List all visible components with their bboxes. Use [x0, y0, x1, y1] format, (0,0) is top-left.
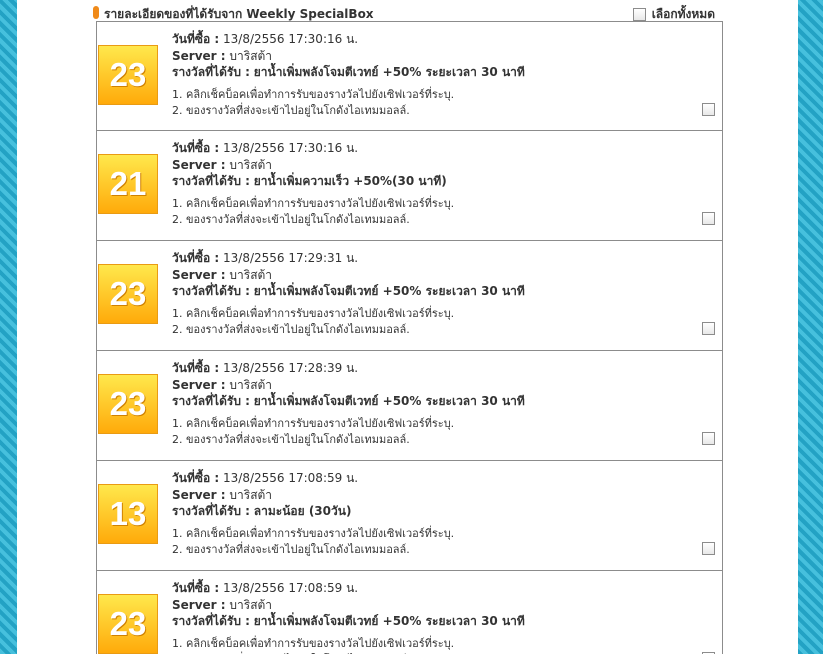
server-row: Server : บาริสต้า: [172, 48, 722, 65]
reward-item: 21 วันที่ซื้อ : 13/8/2556 17:30:16 น. Se…: [96, 131, 723, 241]
reward-row: รางวัลที่ได้รับ : ยาน้ำเพิ่มความเร็ว +50…: [172, 173, 722, 190]
server-label: Server :: [172, 157, 226, 172]
item-checkbox[interactable]: [702, 322, 715, 335]
reward-row: รางวัลที่ได้รับ : ยาน้ำเพิ่มพลังโจมตีเวท…: [172, 64, 722, 81]
reward-row: รางวัลที่ได้รับ : ลามะน้อย (30วัน): [172, 503, 722, 520]
item-info: วันที่ซื้อ : 13/8/2556 17:08:59 น. Serve…: [172, 580, 722, 654]
note-line-2: 2. ของรางวัลที่ส่งจะเข้าไปอยู่ในโกดังไอเ…: [172, 212, 410, 226]
item-info: วันที่ซื้อ : 13/8/2556 17:30:16 น. Serve…: [172, 31, 722, 119]
item-badge: 23: [98, 264, 158, 324]
section-header: รายละเอียดของที่ได้รับจาก Weekly Special…: [93, 4, 715, 22]
purchase-date-label: วันที่ซื้อ :: [172, 581, 220, 595]
item-notes: 1. คลิกเช็คบ็อคเพื่อทำการรับของรางวัลไปย…: [172, 636, 722, 654]
reward-label: รางวัลที่ได้รับ :: [172, 65, 250, 79]
purchase-date-label: วันที่ซื้อ :: [172, 361, 220, 375]
reward-item: 13 วันที่ซื้อ : 13/8/2556 17:08:59 น. Se…: [96, 461, 723, 571]
note-line-2: 2. ของรางวัลที่ส่งจะเข้าไปอยู่ในโกดังไอเ…: [172, 542, 410, 556]
item-badge: 23: [98, 374, 158, 434]
purchase-date-label: วันที่ซื้อ :: [172, 141, 220, 155]
reward-row: รางวัลที่ได้รับ : ยาน้ำเพิ่มพลังโจมตีเวท…: [172, 393, 722, 410]
note-line-2: 2. ของรางวัลที่ส่งจะเข้าไปอยู่ในโกดังไอเ…: [172, 103, 410, 117]
reward-value: ยาน้ำเพิ่มพลังโจมตีเวทย์ +50% ระยะเวลา 3…: [253, 65, 525, 79]
server-row: Server : บาริสต้า: [172, 157, 722, 174]
item-checkbox[interactable]: [702, 212, 715, 225]
reward-value: ยาน้ำเพิ่มพลังโจมตีเวทย์ +50% ระยะเวลา 3…: [253, 284, 525, 298]
reward-list: 23 วันที่ซื้อ : 13/8/2556 17:30:16 น. Se…: [96, 21, 723, 654]
server-label: Server :: [172, 487, 226, 502]
select-all-checkbox[interactable]: [632, 8, 646, 21]
server-value: บาริสต้า: [229, 157, 273, 172]
item-info: วันที่ซื้อ : 13/8/2556 17:28:39 น. Serve…: [172, 360, 722, 448]
reward-value: ยาน้ำเพิ่มพลังโจมตีเวทย์ +50% ระยะเวลา 3…: [253, 394, 525, 408]
item-notes: 1. คลิกเช็คบ็อคเพื่อทำการรับของรางวัลไปย…: [172, 416, 722, 448]
note-line-2: 2. ของรางวัลที่ส่งจะเข้าไปอยู่ในโกดังไอเ…: [172, 322, 410, 336]
item-info: วันที่ซื้อ : 13/8/2556 17:08:59 น. Serve…: [172, 470, 722, 558]
purchase-date-row: วันที่ซื้อ : 13/8/2556 17:30:16 น.: [172, 140, 722, 157]
server-value: บาริสต้า: [229, 267, 273, 282]
purchase-date-row: วันที่ซื้อ : 13/8/2556 17:08:59 น.: [172, 470, 722, 487]
server-value: บาริสต้า: [229, 597, 273, 612]
server-label: Server :: [172, 48, 226, 63]
item-badge: 13: [98, 484, 158, 544]
item-checkbox[interactable]: [702, 103, 715, 116]
server-value: บาริสต้า: [229, 48, 273, 63]
item-badge: 23: [98, 594, 158, 654]
item-badge: 23: [98, 45, 158, 105]
reward-label: รางวัลที่ได้รับ :: [172, 614, 250, 628]
server-label: Server :: [172, 377, 226, 392]
purchase-date-label: วันที่ซื้อ :: [172, 471, 220, 485]
reward-label: รางวัลที่ได้รับ :: [172, 504, 250, 518]
reward-item: 23 วันที่ซื้อ : 13/8/2556 17:08:59 น. Se…: [96, 571, 723, 654]
note-line-1: 1. คลิกเช็คบ็อคเพื่อทำการรับของรางวัลไปย…: [172, 306, 455, 320]
purchase-date-value: 13/8/2556 17:08:59 น.: [223, 471, 359, 485]
reward-label: รางวัลที่ได้รับ :: [172, 394, 250, 408]
note-line-1: 1. คลิกเช็คบ็อคเพื่อทำการรับของรางวัลไปย…: [172, 526, 455, 540]
reward-row: รางวัลที่ได้รับ : ยาน้ำเพิ่มพลังโจมตีเวท…: [172, 613, 722, 630]
item-badge: 21: [98, 154, 158, 214]
purchase-date-value: 13/8/2556 17:29:31 น.: [223, 251, 359, 265]
reward-row: รางวัลที่ได้รับ : ยาน้ำเพิ่มพลังโจมตีเวท…: [172, 283, 722, 300]
server-value: บาริสต้า: [229, 377, 273, 392]
server-row: Server : บาริสต้า: [172, 597, 722, 614]
reward-label: รางวัลที่ได้รับ :: [172, 174, 250, 188]
server-row: Server : บาริสต้า: [172, 377, 722, 394]
reward-item: 23 วันที่ซื้อ : 13/8/2556 17:28:39 น. Se…: [96, 351, 723, 461]
item-notes: 1. คลิกเช็คบ็อคเพื่อทำการรับของรางวัลไปย…: [172, 87, 722, 119]
item-notes: 1. คลิกเช็คบ็อคเพื่อทำการรับของรางวัลไปย…: [172, 306, 722, 338]
item-checkbox[interactable]: [702, 432, 715, 445]
purchase-date-value: 13/8/2556 17:08:59 น.: [223, 581, 359, 595]
item-notes: 1. คลิกเช็คบ็อคเพื่อทำการรับของรางวัลไปย…: [172, 196, 722, 228]
reward-value: ยาน้ำเพิ่มพลังโจมตีเวทย์ +50% ระยะเวลา 3…: [253, 614, 525, 628]
purchase-date-value: 13/8/2556 17:28:39 น.: [223, 361, 359, 375]
purchase-date-value: 13/8/2556 17:30:16 น.: [223, 32, 359, 46]
reward-value: ลามะน้อย (30วัน): [253, 504, 352, 518]
note-line-1: 1. คลิกเช็คบ็อคเพื่อทำการรับของรางวัลไปย…: [172, 196, 455, 210]
item-info: วันที่ซื้อ : 13/8/2556 17:29:31 น. Serve…: [172, 250, 722, 338]
purchase-date-value: 13/8/2556 17:30:16 น.: [223, 141, 359, 155]
reward-label: รางวัลที่ได้รับ :: [172, 284, 250, 298]
content-panel: รายละเอียดของที่ได้รับจาก Weekly Special…: [17, 0, 798, 654]
server-row: Server : บาริสต้า: [172, 267, 722, 284]
note-line-1: 1. คลิกเช็คบ็อคเพื่อทำการรับของรางวัลไปย…: [172, 636, 455, 650]
reward-item: 23 วันที่ซื้อ : 13/8/2556 17:29:31 น. Se…: [96, 241, 723, 351]
header-marker-icon: [93, 6, 99, 19]
item-checkbox[interactable]: [702, 542, 715, 555]
server-label: Server :: [172, 267, 226, 282]
note-line-1: 1. คลิกเช็คบ็อคเพื่อทำการรับของรางวัลไปย…: [172, 416, 455, 430]
purchase-date-row: วันที่ซื้อ : 13/8/2556 17:28:39 น.: [172, 360, 722, 377]
purchase-date-row: วันที่ซื้อ : 13/8/2556 17:30:16 น.: [172, 31, 722, 48]
server-label: Server :: [172, 597, 226, 612]
purchase-date-row: วันที่ซื้อ : 13/8/2556 17:29:31 น.: [172, 250, 722, 267]
purchase-date-label: วันที่ซื้อ :: [172, 32, 220, 46]
reward-item: 23 วันที่ซื้อ : 13/8/2556 17:30:16 น. Se…: [96, 21, 723, 131]
reward-value: ยาน้ำเพิ่มความเร็ว +50%(30 นาที): [253, 174, 447, 188]
item-notes: 1. คลิกเช็คบ็อคเพื่อทำการรับของรางวัลไปย…: [172, 526, 722, 558]
server-value: บาริสต้า: [229, 487, 273, 502]
purchase-date-row: วันที่ซื้อ : 13/8/2556 17:08:59 น.: [172, 580, 722, 597]
server-row: Server : บาริสต้า: [172, 487, 722, 504]
note-line-2: 2. ของรางวัลที่ส่งจะเข้าไปอยู่ในโกดังไอเ…: [172, 432, 410, 446]
purchase-date-label: วันที่ซื้อ :: [172, 251, 220, 265]
item-info: วันที่ซื้อ : 13/8/2556 17:30:16 น. Serve…: [172, 140, 722, 228]
note-line-1: 1. คลิกเช็คบ็อคเพื่อทำการรับของรางวัลไปย…: [172, 87, 455, 101]
